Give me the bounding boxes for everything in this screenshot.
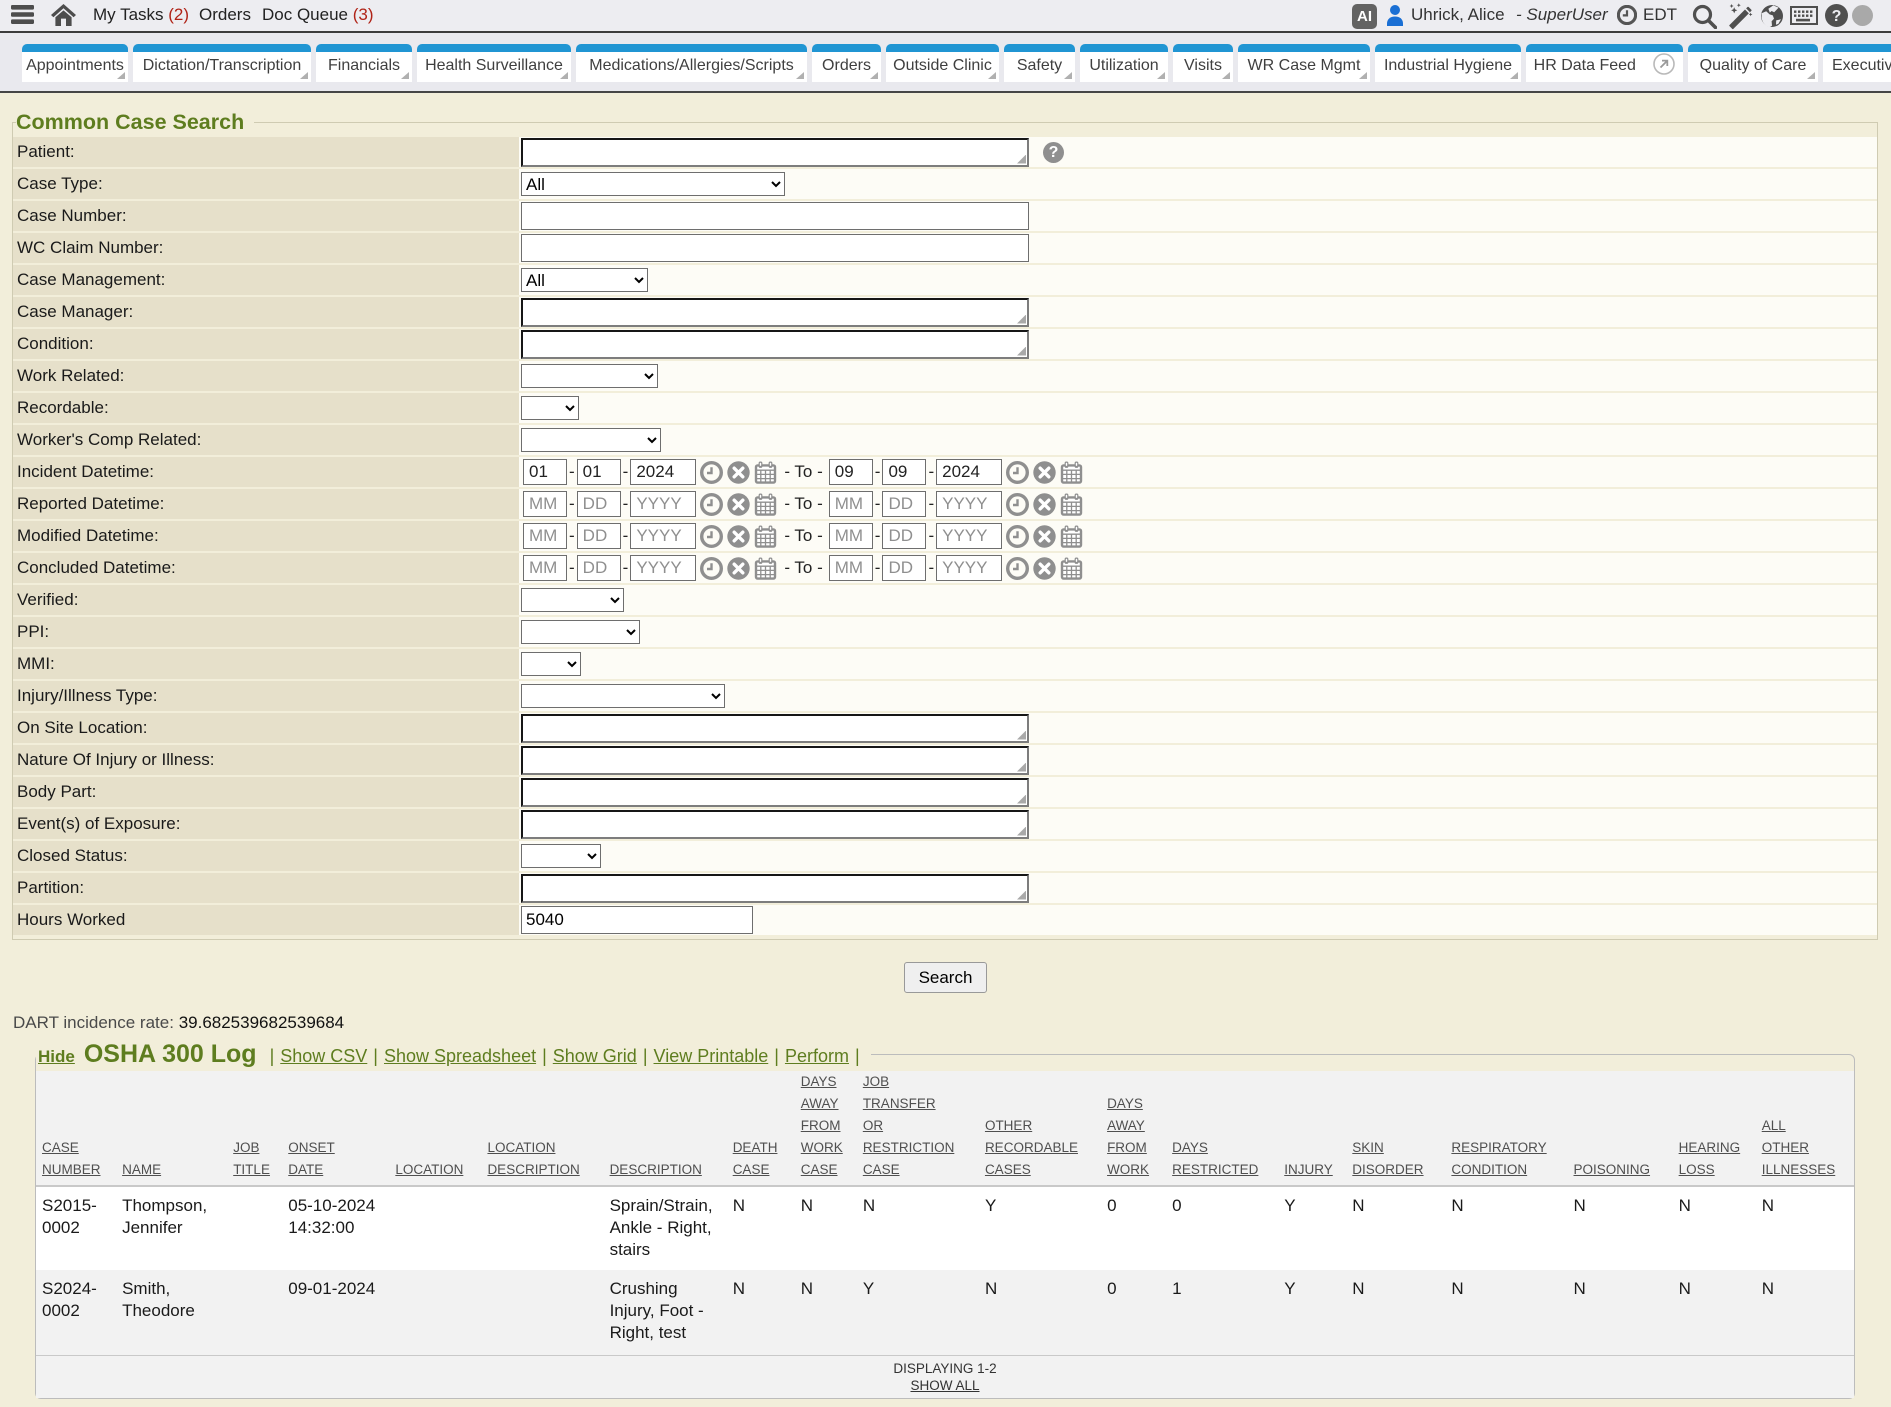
- svg-text:?: ?: [1832, 8, 1842, 25]
